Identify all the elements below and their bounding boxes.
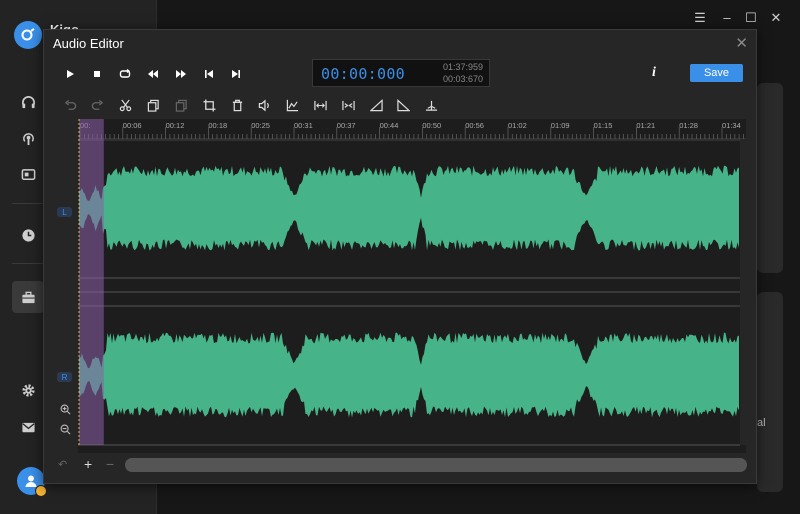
- delete-icon[interactable]: [229, 97, 245, 113]
- sidebar-divider: [12, 203, 44, 204]
- maximize-button[interactable]: ☐: [742, 10, 760, 26]
- add-track-icon[interactable]: +: [84, 456, 92, 472]
- zoom-out-icon[interactable]: [60, 424, 71, 438]
- podcast-icon[interactable]: [12, 122, 44, 154]
- info-icon[interactable]: i: [652, 65, 656, 81]
- zoom-in-icon[interactable]: [60, 404, 71, 418]
- menu-icon[interactable]: ☰: [691, 10, 709, 26]
- copy-icon[interactable]: [145, 97, 161, 113]
- waveform-path: [79, 165, 739, 251]
- left-channel-label: L: [57, 207, 72, 217]
- minimize-button[interactable]: –: [718, 10, 736, 25]
- selection-region: [79, 119, 104, 445]
- pitch-icon[interactable]: [423, 97, 439, 113]
- fast-forward-button[interactable]: [173, 66, 189, 82]
- time-display: 00:00:000 01:37:959 00:03:670: [312, 59, 490, 87]
- sidebar-divider: [12, 263, 44, 264]
- background-card: [757, 83, 783, 273]
- undo-icon[interactable]: [62, 97, 78, 113]
- edit-toolbar: [44, 94, 756, 116]
- insert-silence-icon[interactable]: [340, 97, 356, 113]
- horizontal-scrollbar[interactable]: [125, 458, 747, 472]
- skip-to-start-button[interactable]: [201, 66, 217, 82]
- headphones-icon[interactable]: [12, 86, 44, 118]
- dialog-title: Audio Editor: [53, 36, 124, 51]
- vertical-gutter: [740, 139, 746, 445]
- radio-icon[interactable]: [12, 158, 44, 190]
- waveform-editor[interactable]: 00:00:0600:1200:1800:2500:3100:3700:4400…: [78, 119, 746, 453]
- background-card: [757, 292, 783, 492]
- close-icon[interactable]: ✕: [735, 34, 748, 52]
- trim-icon[interactable]: [312, 97, 328, 113]
- rewind-button[interactable]: [145, 66, 161, 82]
- background-card-text: al: [757, 417, 766, 429]
- cut-icon[interactable]: [117, 97, 133, 113]
- stop-button[interactable]: [89, 66, 105, 82]
- history-icon[interactable]: [12, 219, 44, 251]
- crop-icon[interactable]: [201, 97, 217, 113]
- remove-track-icon[interactable]: −: [106, 456, 114, 472]
- fade-out-icon[interactable]: [395, 97, 411, 113]
- mail-icon[interactable]: [12, 411, 44, 443]
- redo-icon[interactable]: [89, 97, 105, 113]
- play-button[interactable]: [62, 66, 78, 82]
- total-duration: 01:37:959: [442, 62, 483, 72]
- app-logo-icon: [14, 21, 42, 49]
- settings-icon[interactable]: [12, 374, 44, 406]
- selection-duration: 00:03:670: [442, 74, 483, 84]
- waveform-canvas[interactable]: [78, 119, 746, 453]
- volume-icon[interactable]: [256, 97, 272, 113]
- skip-to-end-button[interactable]: [228, 66, 244, 82]
- reset-icon[interactable]: ↶: [58, 458, 67, 471]
- toolbox-icon[interactable]: [12, 281, 44, 313]
- right-channel-label: R: [57, 372, 72, 382]
- save-button[interactable]: Save: [690, 64, 743, 82]
- audio-editor-dialog: Audio Editor ✕ 00:00:000 01:37:959 00:03…: [43, 29, 757, 484]
- vip-badge-icon: [35, 485, 47, 497]
- paste-icon[interactable]: [173, 97, 189, 113]
- loop-button[interactable]: [117, 66, 133, 82]
- waveform-path: [79, 332, 739, 418]
- current-time: 00:00:000: [321, 65, 405, 83]
- fade-in-icon[interactable]: [368, 97, 384, 113]
- envelope-icon[interactable]: [284, 97, 300, 113]
- close-window-button[interactable]: ✕: [767, 10, 785, 26]
